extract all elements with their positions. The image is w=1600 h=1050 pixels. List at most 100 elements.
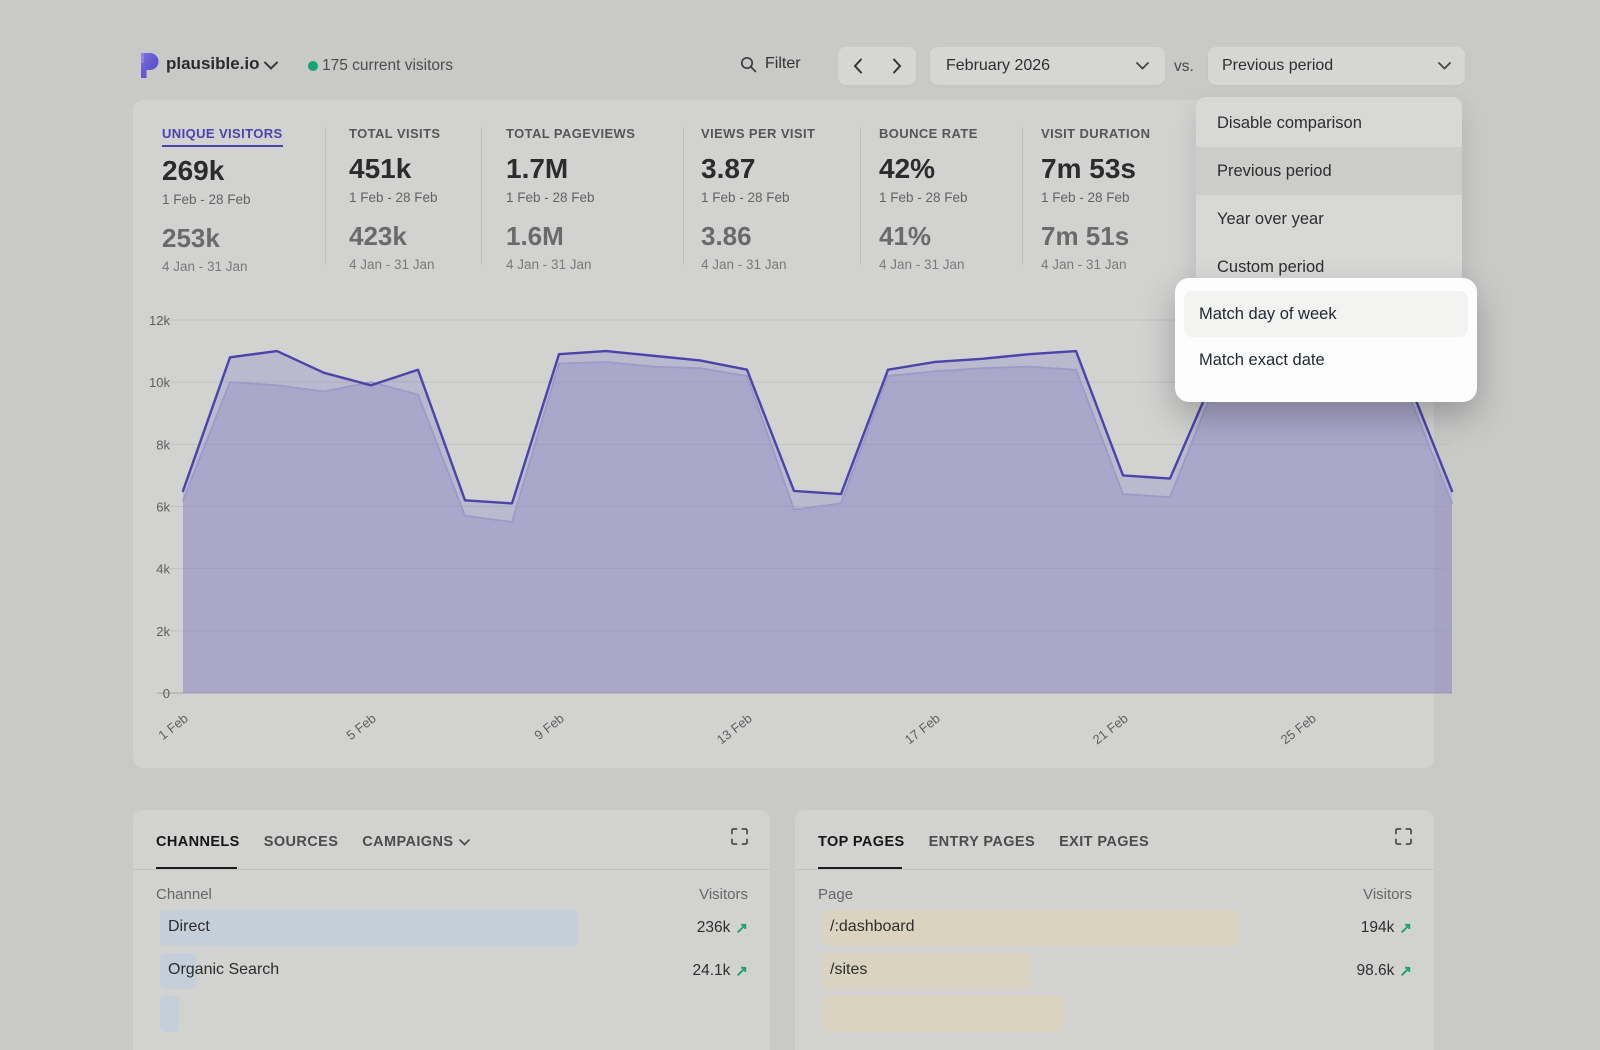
menu-item-match-exact-date[interactable]: Match exact date: [1175, 337, 1477, 383]
site-chevron-down-icon[interactable]: [264, 61, 278, 70]
metric-prev-period: 4 Jan - 31 Jan: [879, 257, 978, 272]
metric-period: 1 Feb - 28 Feb: [1041, 190, 1150, 205]
row-name[interactable]: /sites: [830, 961, 867, 979]
row-name[interactable]: Direct: [168, 918, 210, 936]
row-value: 194k: [1361, 919, 1395, 937]
metric-bounce-rate[interactable]: BOUNCE RATE 42% 1 Feb - 28 Feb 41% 4 Jan…: [879, 125, 978, 272]
metric-prev-value: 7m 51s: [1041, 221, 1150, 252]
chevron-down-icon: [459, 839, 470, 846]
metric-views-per-visit[interactable]: VIEWS PER VISIT 3.87 1 Feb - 28 Feb 3.86…: [701, 125, 815, 272]
expand-icon[interactable]: [731, 828, 748, 845]
table-row-partial[interactable]: [156, 996, 748, 1032]
metric-prev-period: 4 Jan - 31 Jan: [349, 257, 440, 272]
tab-campaigns-label: CAMPAIGNS: [362, 834, 453, 850]
site-switcher[interactable]: [137, 52, 161, 79]
column-header-page: Page: [818, 886, 853, 903]
comparison-label: Previous period: [1222, 57, 1333, 75]
tab-sources[interactable]: SOURCES: [264, 834, 339, 850]
period-nav: [838, 47, 916, 85]
metric-prev-period: 4 Jan - 31 Jan: [506, 257, 635, 272]
comparison-select[interactable]: Previous period: [1208, 47, 1465, 85]
row-bar: [160, 996, 179, 1032]
site-name[interactable]: plausible.io: [166, 54, 260, 74]
metric-value: 1.7M: [506, 153, 635, 185]
metric-prev-value: 3.86: [701, 221, 815, 252]
date-range-label: February 2026: [946, 57, 1050, 75]
search-icon: [740, 56, 757, 73]
metric-value: 269k: [162, 155, 283, 187]
menu-item-disable-comparison[interactable]: Disable comparison: [1196, 99, 1462, 147]
metric-value: 7m 53s: [1041, 153, 1150, 185]
table-row[interactable]: Organic Search 24.1k↗: [156, 953, 748, 989]
live-dot-icon: [308, 61, 318, 71]
metric-label: BOUNCE RATE: [879, 126, 978, 145]
row-name[interactable]: /:dashboard: [830, 918, 915, 936]
column-header-visitors: Visitors: [1363, 886, 1412, 903]
trend-up-icon: ↗: [1399, 962, 1412, 980]
current-visitors[interactable]: 175 current visitors: [322, 57, 453, 75]
pages-panel: TOP PAGES ENTRY PAGES EXIT PAGES Page Vi…: [795, 810, 1434, 1050]
table-row[interactable]: /:dashboard 194k↗: [818, 910, 1412, 946]
metric-label: VIEWS PER VISIT: [701, 126, 815, 145]
metric-period: 1 Feb - 28 Feb: [506, 190, 635, 205]
svg-text:0: 0: [163, 686, 170, 701]
plausible-logo-icon: [137, 52, 161, 79]
metric-visit-duration[interactable]: VISIT DURATION 7m 53s 1 Feb - 28 Feb 7m …: [1041, 125, 1150, 272]
divider: [325, 127, 326, 265]
svg-text:12k: 12k: [149, 313, 170, 328]
table-row-partial[interactable]: [818, 996, 1412, 1032]
table-row[interactable]: Direct 236k↗: [156, 910, 748, 946]
row-value: 236k: [697, 919, 731, 937]
row-value: 98.6k: [1357, 962, 1395, 980]
svg-text:17 Feb: 17 Feb: [902, 711, 943, 748]
metric-total-pageviews[interactable]: TOTAL PAGEVIEWS 1.7M 1 Feb - 28 Feb 1.6M…: [506, 125, 635, 272]
svg-text:1 Feb: 1 Feb: [155, 711, 190, 743]
comparison-dropdown-menu: Disable comparison Previous period Year …: [1196, 97, 1462, 293]
tab-top-pages[interactable]: TOP PAGES: [818, 834, 905, 850]
metric-unique-visitors[interactable]: UNIQUE VISITORS 269k 1 Feb - 28 Feb 253k…: [162, 125, 283, 274]
match-options-card: Match day of week Match exact date: [1175, 278, 1477, 402]
metric-prev-value: 423k: [349, 221, 440, 252]
metric-value: 42%: [879, 153, 978, 185]
filter-button[interactable]: Filter: [740, 55, 801, 73]
divider: [133, 869, 770, 870]
expand-icon[interactable]: [1395, 828, 1412, 845]
svg-text:10k: 10k: [149, 375, 170, 390]
date-range-select[interactable]: February 2026: [930, 47, 1165, 85]
menu-item-previous-period[interactable]: Previous period: [1196, 147, 1462, 195]
tab-channels[interactable]: CHANNELS: [156, 834, 240, 850]
next-period-button[interactable]: [880, 47, 914, 85]
column-header-channel: Channel: [156, 886, 212, 903]
svg-text:8k: 8k: [156, 437, 170, 452]
metric-label: TOTAL PAGEVIEWS: [506, 126, 635, 145]
divider: [1022, 127, 1023, 265]
tab-exit-pages[interactable]: EXIT PAGES: [1059, 834, 1149, 850]
row-bar: [822, 996, 1064, 1032]
metric-period: 1 Feb - 28 Feb: [701, 190, 815, 205]
metric-label: TOTAL VISITS: [349, 126, 440, 145]
prev-period-button[interactable]: [841, 47, 875, 85]
menu-item-year-over-year[interactable]: Year over year: [1196, 195, 1462, 243]
metric-total-visits[interactable]: TOTAL VISITS 451k 1 Feb - 28 Feb 423k 4 …: [349, 125, 440, 272]
metric-prev-period: 4 Jan - 31 Jan: [1041, 257, 1150, 272]
trend-up-icon: ↗: [1399, 919, 1412, 937]
svg-text:5 Feb: 5 Feb: [343, 711, 378, 743]
vs-label: vs.: [1174, 58, 1194, 76]
tab-entry-pages[interactable]: ENTRY PAGES: [929, 834, 1035, 850]
row-name[interactable]: Organic Search: [168, 961, 279, 979]
metric-prev-value: 1.6M: [506, 221, 635, 252]
metric-value: 451k: [349, 153, 440, 185]
tab-campaigns[interactable]: CAMPAIGNS: [362, 834, 470, 850]
filter-label: Filter: [765, 55, 801, 73]
divider: [795, 869, 1434, 870]
metric-prev-period: 4 Jan - 31 Jan: [701, 257, 815, 272]
svg-text:9 Feb: 9 Feb: [531, 711, 566, 743]
menu-item-match-day-of-week[interactable]: Match day of week: [1184, 291, 1468, 337]
metric-value: 3.87: [701, 153, 815, 185]
table-row[interactable]: /sites 98.6k↗: [818, 953, 1412, 989]
channels-panel: CHANNELS SOURCES CAMPAIGNS Channel Visit…: [133, 810, 770, 1050]
svg-text:25 Feb: 25 Feb: [1278, 711, 1319, 748]
svg-text:6k: 6k: [156, 500, 170, 515]
metric-prev-value: 253k: [162, 223, 283, 254]
column-header-visitors: Visitors: [699, 886, 748, 903]
